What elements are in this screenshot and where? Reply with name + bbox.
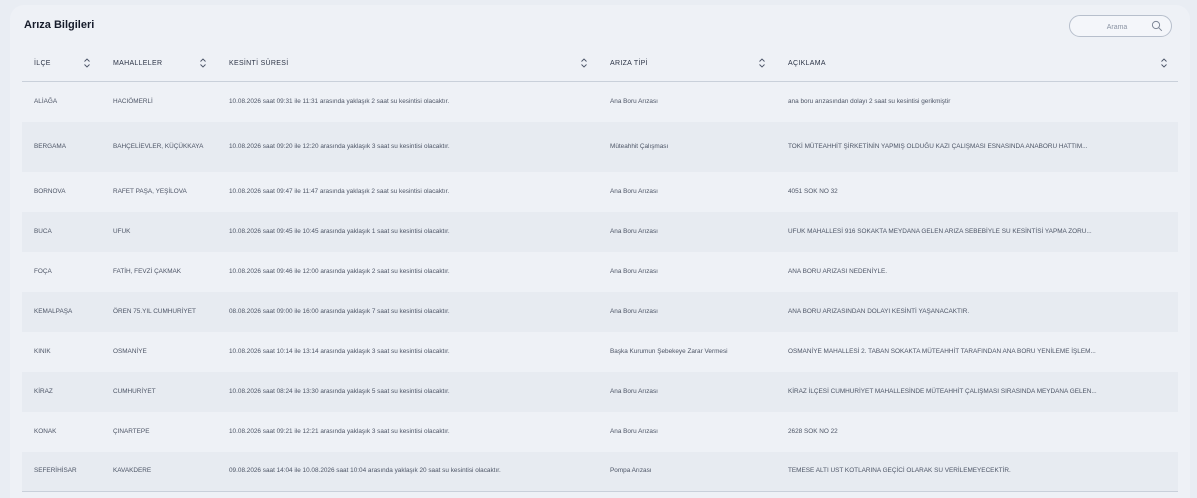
- cell-ilce: ALİAĞA: [34, 97, 58, 105]
- cell-aciklama: KİRAZ İLÇESİ CUMHURİYET MAHALLESİNDE MÜT…: [788, 387, 1097, 395]
- search-box[interactable]: [1069, 15, 1172, 37]
- sort-icon[interactable]: [1160, 57, 1168, 69]
- fault-table: İLÇE MAHALLELER KESİNTİ SÜRESİ ARIZA TİP…: [22, 45, 1178, 492]
- cell-ilce: SEFERİHİSAR: [22, 451, 101, 492]
- cell-mahalleler: CUMHURİYET: [113, 387, 156, 395]
- column-label: KESİNTİ SÜRESİ: [229, 59, 289, 67]
- cell-aciklama: ANA BORU ARIZASINDAN DOLAYI KESİNTİ YAŞA…: [788, 307, 970, 315]
- cell-ilce: KİRAZ: [34, 387, 53, 395]
- cell-aciklama: 2628 SOK NO 22: [788, 427, 838, 435]
- cell-ariza-tipi: Ana Boru Arızası: [610, 387, 658, 395]
- cell-kesinti-suresi: 10.08.2026 saat 09:20 ile 12:20 arasında…: [229, 142, 450, 150]
- cell-aciklama: TEMESE ALTI UST KOTLARINA GEÇİCİ OLARAK …: [776, 451, 1178, 492]
- cell-aciklama: UFUK MAHALLESİ 916 SOKAKTA MEYDANA GELEN…: [788, 227, 1092, 235]
- column-header-ariza-tipi[interactable]: ARIZA TİPİ: [598, 45, 776, 82]
- cell-kesinti-suresi: 10.08.2026 saat 08:24 ile 13:30 arasında…: [229, 387, 450, 395]
- column-label: ARIZA TİPİ: [610, 59, 648, 67]
- cell-kesinti-suresi: 10.08.2026 saat 09:21 ile 12:21 arasında…: [229, 427, 450, 435]
- table-row[interactable]: KONAK ÇINARTEPE 10.08.2026 saat 09:21 il…: [22, 411, 1178, 452]
- cell-ariza-tipi: Ana Boru Arızası: [610, 267, 658, 275]
- table-row[interactable]: SEFERİHİSAR KAVAKDERE 09.08.2026 saat 14…: [22, 451, 1178, 492]
- cell-ariza-tipi: Ana Boru Arızası: [610, 97, 658, 105]
- cell-ariza-tipi: Ana Boru Arızası: [610, 307, 658, 315]
- cell-mahalleler: ÇINARTEPE: [113, 427, 150, 435]
- table-row[interactable]: BORNOVA RAFET PAŞA, YEŞİLOVA 10.08.2026 …: [22, 171, 1178, 212]
- cell-aciklama: TOKİ MÜTEAHHİT ŞİRKETİNİN YAPMIŞ OLDUĞU …: [788, 142, 1088, 150]
- cell-aciklama: ANA BORU ARIZASI NEDENİYLE.: [788, 267, 888, 275]
- column-header-ilce[interactable]: İLÇE: [22, 45, 101, 82]
- cell-mahalleler: BAHÇELİEVLER, KÜÇÜKKAYA: [113, 142, 204, 150]
- cell-aciklama: ana boru arızasından dolayı 2 saat su ke…: [788, 97, 951, 105]
- cell-ilce: BUCA: [34, 227, 52, 235]
- table-row[interactable]: KİRAZ CUMHURİYET 10.08.2026 saat 08:24 i…: [22, 371, 1178, 412]
- cell-mahalleler: UFUK: [113, 227, 131, 235]
- cell-ariza-tipi: Pompa Arızası: [598, 451, 776, 492]
- sort-icon[interactable]: [83, 57, 91, 69]
- cell-ilce: KONAK: [34, 427, 57, 435]
- cell-mahalleler: RAFET PAŞA, YEŞİLOVA: [113, 187, 187, 195]
- cell-mahalleler: FATİH, FEVZİ ÇAKMAK: [113, 267, 182, 275]
- cell-kesinti-suresi: 10.08.2026 saat 09:31 ile 11:31 arasında…: [229, 97, 450, 105]
- table-row[interactable]: KINIK OSMANİYE 10.08.2026 saat 10:14 ile…: [22, 331, 1178, 372]
- cell-mahalleler: HACIÖMERLİ: [113, 97, 153, 105]
- sort-icon[interactable]: [758, 57, 766, 69]
- search-icon[interactable]: [1151, 20, 1163, 32]
- table-row[interactable]: FOÇA FATİH, FEVZİ ÇAKMAK 10.08.2026 saat…: [22, 251, 1178, 292]
- table-header-row: İLÇE MAHALLELER KESİNTİ SÜRESİ ARIZA TİP…: [22, 45, 1178, 82]
- cell-kesinti-suresi: 09.08.2026 saat 14:04 ile 10.08.2026 saa…: [217, 451, 598, 492]
- cell-ariza-tipi: Ana Boru Arızası: [610, 227, 658, 235]
- search-input[interactable]: [1080, 19, 1154, 35]
- cell-mahalleler: KAVAKDERE: [101, 451, 217, 492]
- sort-icon[interactable]: [580, 57, 588, 69]
- column-header-aciklama[interactable]: AÇIKLAMA: [776, 45, 1178, 82]
- table-row[interactable]: ALİAĞA HACIÖMERLİ 10.08.2026 saat 09:31 …: [22, 81, 1178, 122]
- table-row[interactable]: BERGAMA BAHÇELİEVLER, KÜÇÜKKAYA 10.08.20…: [22, 121, 1178, 172]
- cell-kesinti-suresi: 08.08.2026 saat 09:00 ile 16:00 arasında…: [229, 307, 450, 315]
- cell-kesinti-suresi: 10.08.2026 saat 10:14 ile 13:14 arasında…: [229, 347, 450, 355]
- column-header-mahalleler[interactable]: MAHALLELER: [101, 45, 217, 82]
- cell-ilce: KEMALPAŞA: [34, 307, 73, 315]
- table-row[interactable]: BUCA UFUK 10.08.2026 saat 09:45 ile 10:4…: [22, 211, 1178, 252]
- cell-ariza-tipi: Ana Boru Arızası: [610, 427, 658, 435]
- cell-ilce: KINIK: [34, 347, 51, 355]
- cell-ariza-tipi: Ana Boru Arızası: [610, 187, 658, 195]
- sort-icon[interactable]: [199, 57, 207, 69]
- cell-kesinti-suresi: 10.08.2026 saat 09:47 ile 11:47 arasında…: [229, 187, 450, 195]
- cell-ilce: BORNOVA: [34, 187, 66, 195]
- column-label: AÇIKLAMA: [788, 59, 826, 67]
- cell-ariza-tipi: Başka Kurumun Şebekeye Zarar Vermesi: [610, 347, 728, 355]
- cell-ariza-tipi: Müteahhit Çalışması: [610, 142, 669, 150]
- cell-kesinti-suresi: 10.08.2026 saat 09:46 ile 12:00 arasında…: [229, 267, 450, 275]
- cell-mahalleler: OSMANİYE: [113, 347, 147, 355]
- panel-title: Arıza Bilgileri: [24, 19, 95, 31]
- cell-aciklama: 4051 SOK NO 32: [788, 187, 838, 195]
- column-label: MAHALLELER: [113, 59, 163, 67]
- fault-info-panel: Arıza Bilgileri İLÇE MAHALLELER: [10, 5, 1190, 498]
- cell-ilce: FOÇA: [34, 267, 52, 275]
- column-label: İLÇE: [34, 59, 51, 67]
- column-header-kesinti-suresi[interactable]: KESİNTİ SÜRESİ: [217, 45, 598, 82]
- table-row[interactable]: KEMALPAŞA ÖREN 75.YIL CUMHURİYET 08.08.2…: [22, 291, 1178, 332]
- cell-mahalleler: ÖREN 75.YIL CUMHURİYET: [113, 307, 196, 315]
- cell-kesinti-suresi: 10.08.2026 saat 09:45 ile 10:45 arasında…: [229, 227, 450, 235]
- cell-aciklama: OSMANİYE MAHALLESİ 2. TABAN SOKAKTA MÜTE…: [788, 347, 1096, 355]
- cell-ilce: BERGAMA: [34, 142, 66, 150]
